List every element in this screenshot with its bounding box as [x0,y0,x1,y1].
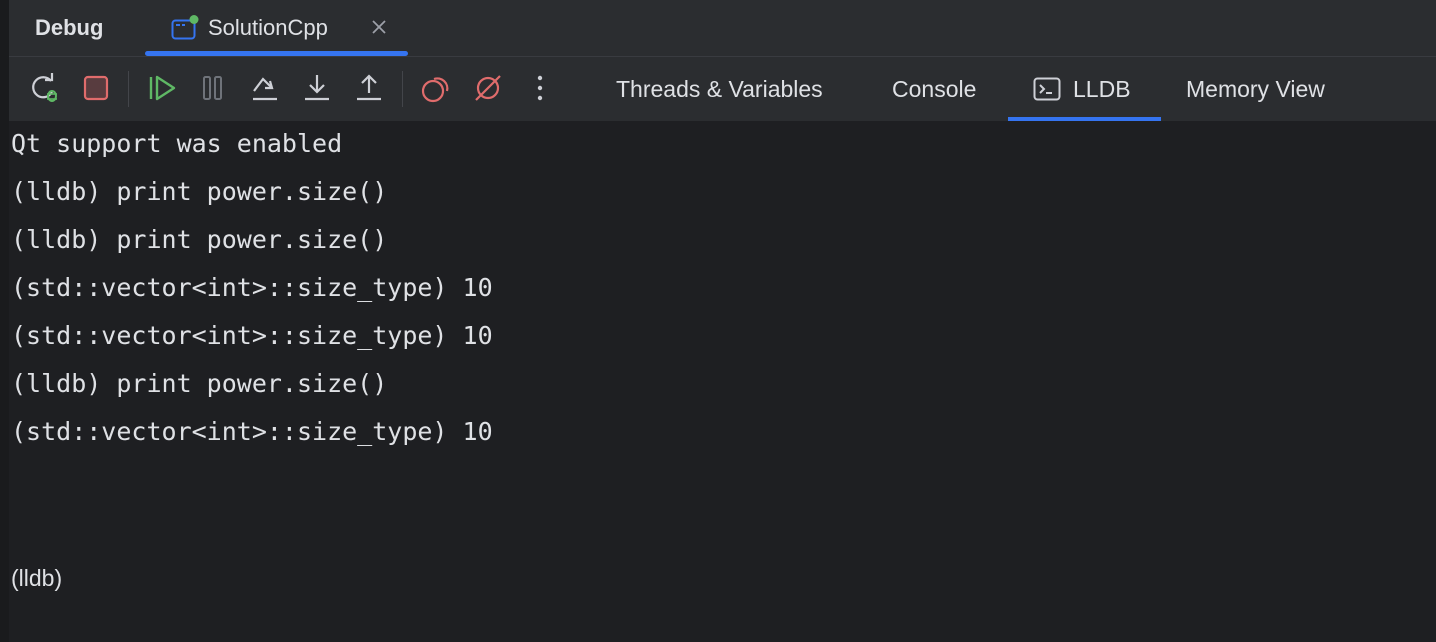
session-tab-label: SolutionCpp [208,15,328,40]
tab-label: Console [892,75,977,102]
tab-label: Threads & Variables [616,75,823,102]
tool-window-title: Debug [35,15,104,40]
tab-lldb[interactable]: LLDB [1008,57,1161,121]
step-over-icon[interactable] [248,71,282,105]
tab-label: LLDB [1073,75,1131,102]
session-tab-underline [145,51,408,56]
tab-console[interactable]: Console [892,57,976,121]
stop-icon[interactable] [79,71,113,105]
step-into-icon[interactable] [300,71,334,105]
close-icon[interactable] [369,17,389,37]
terminal-icon [1033,77,1061,101]
lldb-prompt-input[interactable]: (lldb) [11,565,62,592]
run-config-icon [171,15,199,40]
toolbar-separator [402,71,403,107]
console-line: (std::vector<int>::size_type) 10 [11,273,493,302]
console-line: (std::vector<int>::size_type) 10 [11,417,493,446]
tab-memory-view[interactable]: Memory View [1186,57,1325,121]
console-line: Qt support was enabled [11,129,343,158]
left-edge [0,0,9,642]
session-tab-solutioncpp[interactable]: SolutionCpp [145,0,408,56]
debug-header: Debug SolutionCpp [9,0,1436,57]
view-breakpoints-icon[interactable] [419,71,453,105]
mute-breakpoints-icon[interactable] [471,71,505,105]
console-line: (lldb) print power.size() [11,225,388,254]
tab-threads-variables[interactable]: Threads & Variables [616,57,823,121]
debug-toolbar: Threads & Variables Console LLDB Memory … [9,57,1436,121]
resume-icon[interactable] [145,71,179,105]
console-line: (std::vector<int>::size_type) 10 [11,321,493,350]
console-line: (lldb) print power.size() [11,369,388,398]
lldb-console[interactable]: Qt support was enabled (lldb) print powe… [9,121,1436,642]
toolbar-separator [128,71,129,107]
rerun-icon[interactable] [28,71,62,105]
step-out-icon[interactable] [352,71,386,105]
tab-label: Memory View [1186,75,1325,102]
console-line: (lldb) print power.size() [11,177,388,206]
pause-icon[interactable] [196,71,230,105]
more-options-icon[interactable] [523,71,557,105]
